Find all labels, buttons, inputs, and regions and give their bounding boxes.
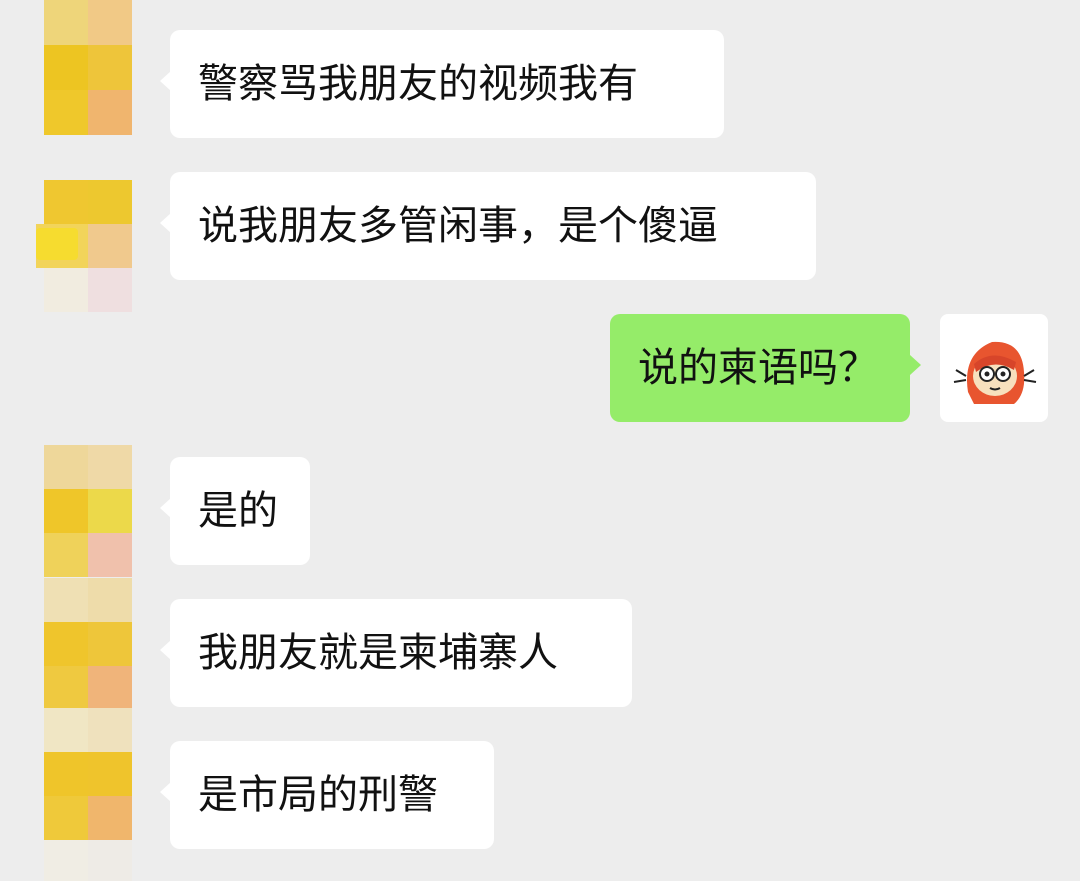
message-text: 说我朋友多管闲事，是个傻逼 [198,203,718,249]
message-bubble-incoming[interactable]: 警察骂我朋友的视频我有 [170,30,724,138]
message-text: 警察骂我朋友的视频我有 [198,61,638,107]
message-bubble-incoming[interactable]: 是的 [170,457,310,565]
friend-avatar-pixelated[interactable] [36,180,132,312]
message-bubble-incoming[interactable]: 说我朋友多管闲事，是个傻逼 [170,172,816,280]
message-text: 是的 [198,488,278,534]
friend-avatar-pixelated[interactable] [44,445,132,577]
red-hood-cartoon-icon [953,341,1037,404]
message-text: 说的柬语吗？ [638,345,878,391]
self-avatar[interactable] [940,314,1048,422]
message-bubble-incoming[interactable]: 是市局的刑警 [170,741,494,849]
message-bubble-outgoing[interactable]: 说的柬语吗？ [610,314,910,422]
friend-avatar-pixelated[interactable] [44,708,132,881]
friend-avatar-pixelated[interactable] [44,578,132,708]
message-text: 是市局的刑警 [198,772,438,818]
message-bubble-incoming[interactable]: 我朋友就是柬埔寨人 [170,599,632,707]
smiley-icon [36,228,78,260]
friend-avatar-pixelated[interactable] [44,0,132,135]
message-text: 我朋友就是柬埔寨人 [198,630,558,676]
bubble-tail [910,355,921,375]
